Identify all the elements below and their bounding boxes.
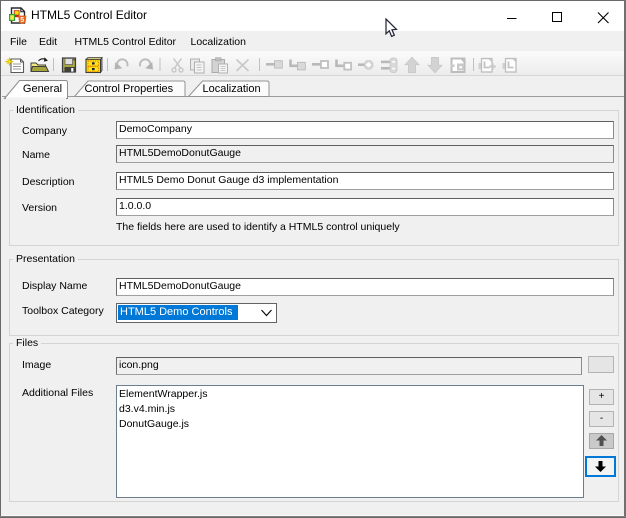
svg-text:Control Properties: Control Properties [85,83,174,95]
svg-text:General: General [23,83,62,95]
svg-text:5: 5 [20,17,24,24]
svg-text:Localization: Localization [203,83,261,95]
